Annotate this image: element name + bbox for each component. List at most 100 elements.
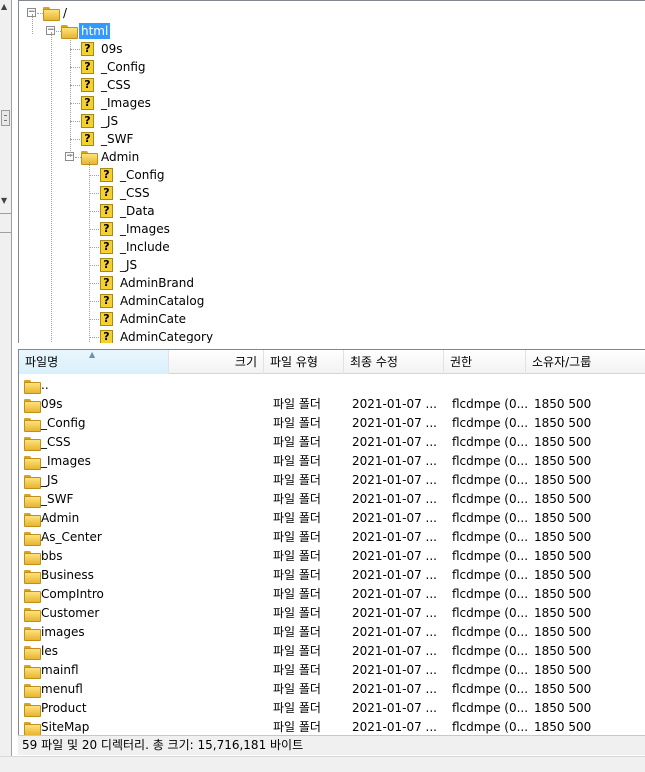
folder-icon [24, 493, 41, 508]
question-mark-icon: ? [100, 276, 113, 290]
list-item[interactable]: mainfl 파일 폴더 2021-01-07 ... flcdmpe (0... 18… [19, 661, 645, 680]
list-item[interactable]: Business 파일 폴더 2021-01-07 ... flcdmpe (0...… [19, 566, 645, 585]
file-owner-group: 1850 500 [534, 492, 592, 506]
scroll-up-arrow-icon[interactable]: ▲ [1, 2, 7, 11]
tree-node-label: _SWF [101, 132, 134, 146]
tree-connector [89, 265, 99, 266]
file-owner-group: 1850 500 [534, 568, 592, 582]
list-item[interactable]: _CSS 파일 폴더 2021-01-07 ... flcdmpe (0... 1850… [19, 433, 645, 452]
question-mark-icon: ? [100, 204, 113, 218]
file-owner-group: 1850 500 [534, 587, 592, 601]
tree-connector [89, 211, 99, 212]
tree-node[interactable]: ? _CSS [19, 184, 639, 202]
file-name: As_Center [41, 530, 102, 544]
folder-icon [61, 24, 78, 39]
file-permissions: flcdmpe (0... [452, 511, 529, 525]
tree-node[interactable]: ? _JS [19, 112, 639, 130]
folder-icon [24, 550, 41, 565]
column-header-label: 파일명 [25, 355, 59, 369]
list-item[interactable]: les 파일 폴더 2021-01-07 ... flcdmpe (0... 1850 … [19, 642, 645, 661]
tree-node[interactable]: ? _JS [19, 256, 639, 274]
file-owner-group: 1850 500 [534, 644, 592, 658]
list-item[interactable]: As_Center 파일 폴더 2021-01-07 ... flcdmpe (0..… [19, 528, 645, 547]
file-type: 파일 폴더 [273, 644, 321, 658]
file-name: menufl [41, 682, 83, 696]
file-name: SiteMap [41, 720, 90, 734]
column-header-owner-group[interactable]: 소유자/그룹 [526, 350, 645, 374]
list-item[interactable]: menufl 파일 폴더 2021-01-07 ... flcdmpe (0... 18… [19, 680, 645, 699]
tree-node[interactable]: ? _CSS [19, 76, 639, 94]
tree-node[interactable]: − / [19, 4, 639, 22]
list-item[interactable]: SiteMap 파일 폴더 2021-01-07 ... flcdmpe (0... 1… [19, 718, 645, 735]
tree-node[interactable]: ? 09s [19, 40, 639, 58]
question-mark-icon: ? [100, 294, 113, 308]
tree-node[interactable]: ? _Images [19, 94, 639, 112]
file-name: CompIntro [41, 587, 104, 601]
tree-connector [89, 162, 90, 343]
tree-node[interactable]: ? _Config [19, 166, 639, 184]
tree-node[interactable]: ? _Include [19, 238, 639, 256]
tree-node[interactable]: ? AdminCate [19, 310, 639, 328]
file-type: 파일 폴더 [273, 511, 321, 525]
column-header-type[interactable]: 파일 유형 [264, 350, 344, 374]
file-name: Admin [41, 511, 80, 525]
folder-icon [24, 436, 41, 451]
remote-file-list[interactable]: 파일명 ▲ 크기 파일 유형 최종 수정 권한 소유자/그룹 .. 09s 파일 폴… [18, 349, 645, 735]
tree-node-label: _Images [120, 222, 170, 236]
column-header-permissions[interactable]: 권한 [444, 350, 526, 374]
file-name: _SWF [41, 492, 74, 506]
file-name: les [41, 644, 58, 658]
pane-divider [0, 232, 12, 233]
tree-connector [70, 103, 80, 104]
list-item[interactable]: 09s 파일 폴더 2021-01-07 ... flcdmpe (0... 1850 … [19, 395, 645, 414]
file-owner-group: 1850 500 [534, 549, 592, 563]
list-item[interactable]: Admin 파일 폴더 2021-01-07 ... flcdmpe (0... 185… [19, 509, 645, 528]
column-header-modified[interactable]: 최종 수정 [344, 350, 444, 374]
tree-node-label: AdminCatalog [120, 294, 205, 308]
file-owner-group: 1850 500 [534, 606, 592, 620]
list-item[interactable]: Product 파일 폴더 2021-01-07 ... flcdmpe (0... 1… [19, 699, 645, 718]
list-item-parent-directory[interactable]: .. [19, 376, 645, 395]
left-pane-scrollbar[interactable]: ▲ ▼ [0, 0, 12, 772]
list-item[interactable]: Customer 파일 폴더 2021-01-07 ... flcdmpe (0...… [19, 604, 645, 623]
tree-node[interactable]: ? _Config [19, 58, 639, 76]
folder-icon [24, 379, 41, 394]
file-type: 파일 폴더 [273, 701, 321, 715]
tree-node-label: Admin [101, 150, 140, 164]
list-item[interactable]: _Images 파일 폴더 2021-01-07 ... flcdmpe (0... 1… [19, 452, 645, 471]
tree-connector [70, 121, 80, 122]
folder-icon [43, 6, 60, 21]
file-owner-group: 1850 500 [534, 663, 592, 677]
remote-directory-tree[interactable]: − / − html? 09s? _Config? _CSS? _Images? _JS? _SW… [18, 0, 645, 343]
file-type: 파일 폴더 [273, 492, 321, 506]
scroll-thumb[interactable] [1, 110, 10, 126]
tree-node[interactable]: ? AdminBrand [19, 274, 639, 292]
tree-node[interactable]: − html [19, 22, 639, 40]
list-item[interactable]: images 파일 폴더 2021-01-07 ... flcdmpe (0... 18… [19, 623, 645, 642]
list-item[interactable]: _Config 파일 폴더 2021-01-07 ... flcdmpe (0... 1… [19, 414, 645, 433]
list-item[interactable]: bbs 파일 폴더 2021-01-07 ... flcdmpe (0... 1850 … [19, 547, 645, 566]
column-header-filename[interactable]: 파일명 ▲ [19, 350, 169, 374]
tree-node[interactable]: ? _Data [19, 202, 639, 220]
tree-node[interactable]: ? _Images [19, 220, 639, 238]
file-permissions: flcdmpe (0... [452, 625, 529, 639]
column-header-size[interactable]: 크기 [169, 350, 264, 374]
file-permissions: flcdmpe (0... [452, 568, 529, 582]
tree-node[interactable]: ? AdminCategory [19, 328, 639, 343]
folder-icon [24, 531, 41, 546]
tree-node[interactable]: ? AdminCatalog [19, 292, 639, 310]
file-owner-group: 1850 500 [534, 701, 592, 715]
scroll-down-arrow-icon[interactable]: ▼ [1, 196, 7, 205]
tree-node-label: AdminCate [120, 312, 187, 326]
list-item[interactable]: _SWF 파일 폴더 2021-01-07 ... flcdmpe (0... 1850… [19, 490, 645, 509]
list-item[interactable]: _JS 파일 폴더 2021-01-07 ... flcdmpe (0... 1850 … [19, 471, 645, 490]
tree-node-label: _Images [101, 96, 151, 110]
list-item[interactable]: CompIntro 파일 폴더 2021-01-07 ... flcdmpe (0..… [19, 585, 645, 604]
tree-node-label: _Data [120, 204, 155, 218]
tree-node[interactable]: − Admin [19, 148, 639, 166]
tree-node[interactable]: ? _SWF [19, 130, 639, 148]
file-list-header: 파일명 ▲ 크기 파일 유형 최종 수정 권한 소유자/그룹 [19, 350, 645, 374]
file-modified: 2021-01-07 ... [352, 606, 437, 620]
status-text: 59 파일 및 20 디렉터리. 총 크기: 15,716,181 바이트 [22, 738, 304, 752]
ftp-client-window: ▲ ▼ − / − html? 09s? _Config? _CSS? _Images? _JS… [0, 0, 645, 772]
